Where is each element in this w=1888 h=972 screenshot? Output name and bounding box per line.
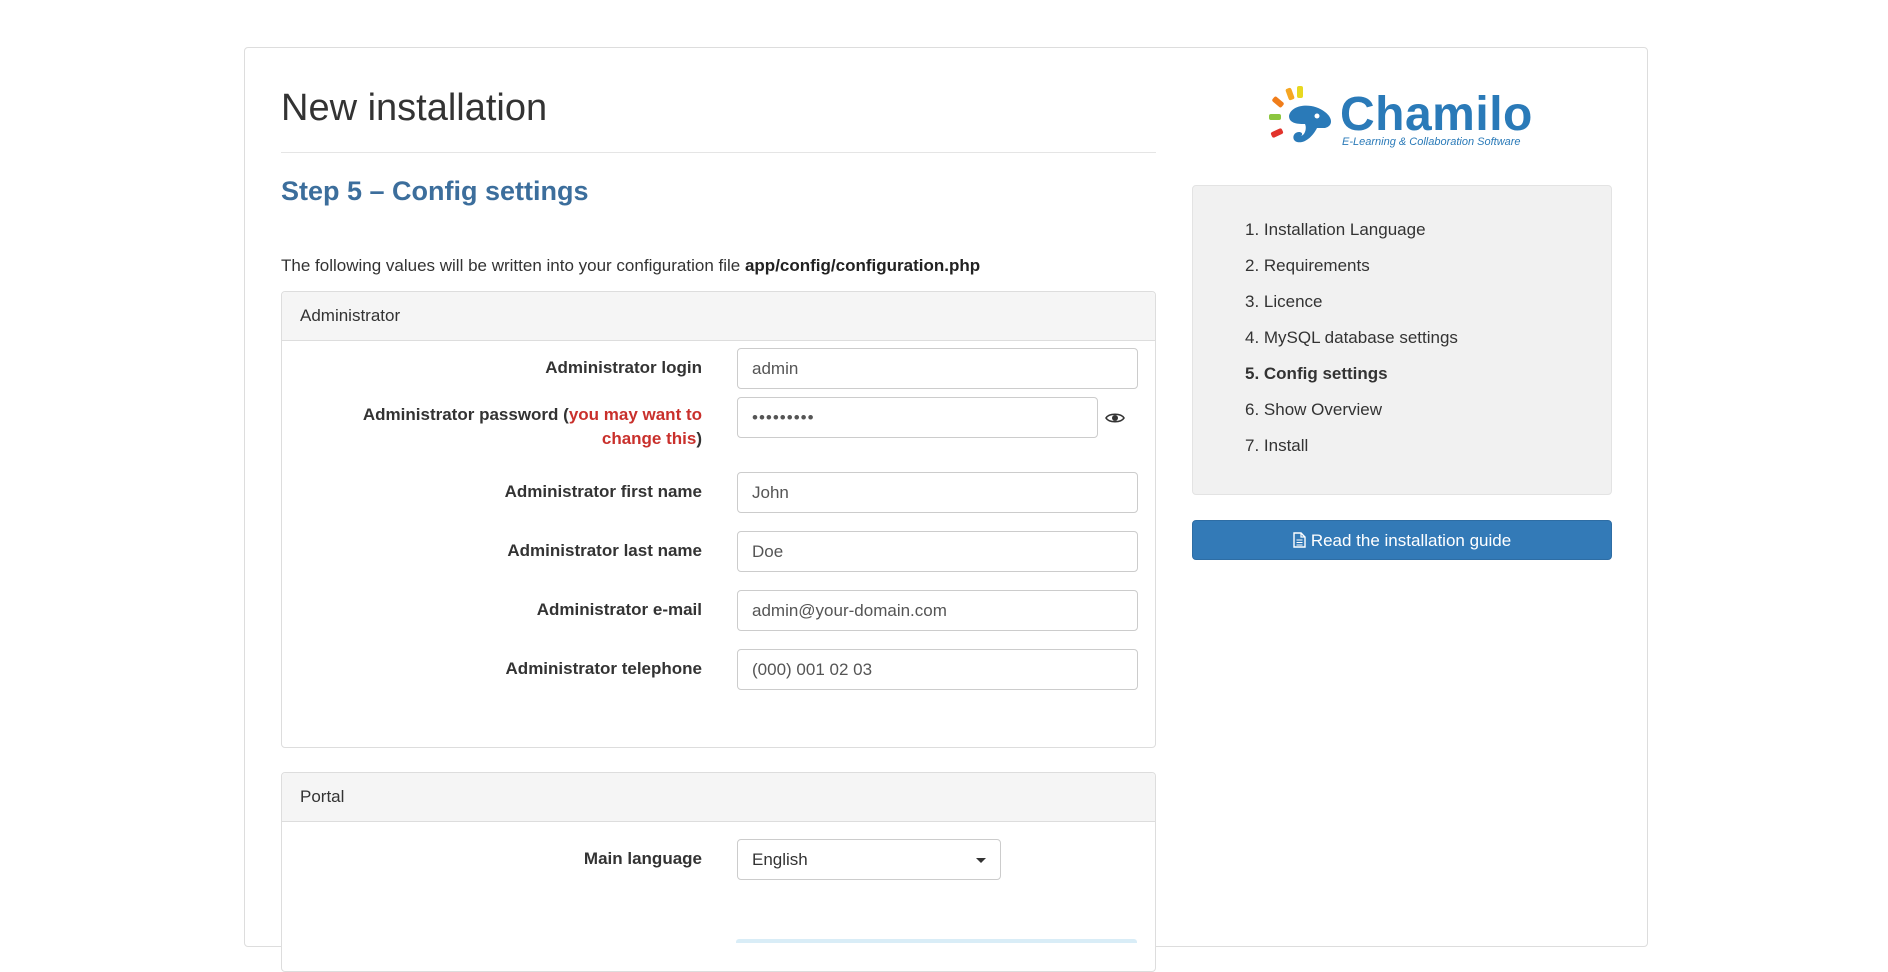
step-item-config-active: 5. Config settings — [1245, 364, 1388, 383]
admin-email-label: Administrator e-mail — [536, 600, 702, 619]
admin-password-label: Administrator password (you may want to … — [322, 403, 702, 451]
step-item-licence: 3. Licence — [1245, 292, 1323, 311]
admin-password-input[interactable]: ••••••••• — [737, 397, 1098, 438]
document-icon — [1293, 532, 1306, 548]
admin-first-name-label: Administrator first name — [504, 482, 702, 501]
config-file-path: app/config/configuration.php — [744, 256, 981, 275]
main-language-value: English — [752, 850, 808, 869]
administrator-panel: Administrator Administrator login admin … — [281, 291, 1156, 748]
step-item-language: 1. Installation Language — [1245, 220, 1426, 239]
password-label-suffix: ) — [696, 429, 702, 448]
step-item-overview: 6. Show Overview — [1245, 400, 1382, 419]
install-container: New installation Step 5 – Config setting… — [244, 47, 1648, 972]
chamilo-logo-icon — [1269, 86, 1331, 143]
installation-guide-label: Read the installation guide — [1310, 531, 1512, 550]
admin-last-name-input[interactable]: Doe — [737, 531, 1138, 572]
admin-telephone-label: Administrator telephone — [505, 659, 702, 678]
intro-text-label: The following values will be written int… — [281, 256, 745, 275]
page-title: New installation — [281, 87, 548, 129]
installation-guide-button[interactable]: Read the installation guide — [1192, 520, 1612, 560]
install-steps-list: 1. Installation Language 2. Requirements… — [1245, 212, 1458, 464]
step-item-mysql: 4. MySQL database settings — [1245, 328, 1458, 347]
step-title: Step 5 – Config settings — [281, 176, 589, 206]
admin-telephone-input[interactable]: (000) 001 02 03 — [737, 649, 1138, 690]
admin-email-input[interactable]: admin@your-domain.com — [737, 590, 1138, 631]
title-divider — [281, 152, 1156, 153]
eye-icon[interactable] — [1105, 411, 1125, 425]
admin-last-name-label: Administrator last name — [507, 541, 702, 560]
password-label-prefix: Administrator password ( — [362, 405, 569, 424]
next-field-edge — [736, 939, 1137, 943]
caret-down-icon — [976, 858, 986, 863]
logo-tagline: E-Learning & Collaboration Software — [1342, 136, 1521, 148]
administrator-panel-heading: Administrator — [282, 292, 1155, 341]
intro-text: The following values will be written int… — [281, 256, 980, 276]
main-language-select[interactable]: English — [737, 839, 1001, 880]
admin-login-input[interactable]: admin — [737, 348, 1138, 389]
step-item-install: 7. Install — [1245, 436, 1309, 455]
password-warning-text: you may want to change this — [568, 405, 702, 448]
chamilo-logo: Chamilo E-Learning & Collaboration Softw… — [1267, 86, 1542, 156]
admin-first-name-input[interactable]: John — [737, 472, 1138, 513]
install-steps-panel: 1. Installation Language 2. Requirements… — [1192, 185, 1612, 495]
step-item-requirements: 2. Requirements — [1245, 256, 1370, 275]
portal-panel-heading: Portal — [282, 773, 1155, 822]
admin-login-label: Administrator login — [545, 358, 702, 377]
main-language-label: Main language — [583, 849, 702, 868]
